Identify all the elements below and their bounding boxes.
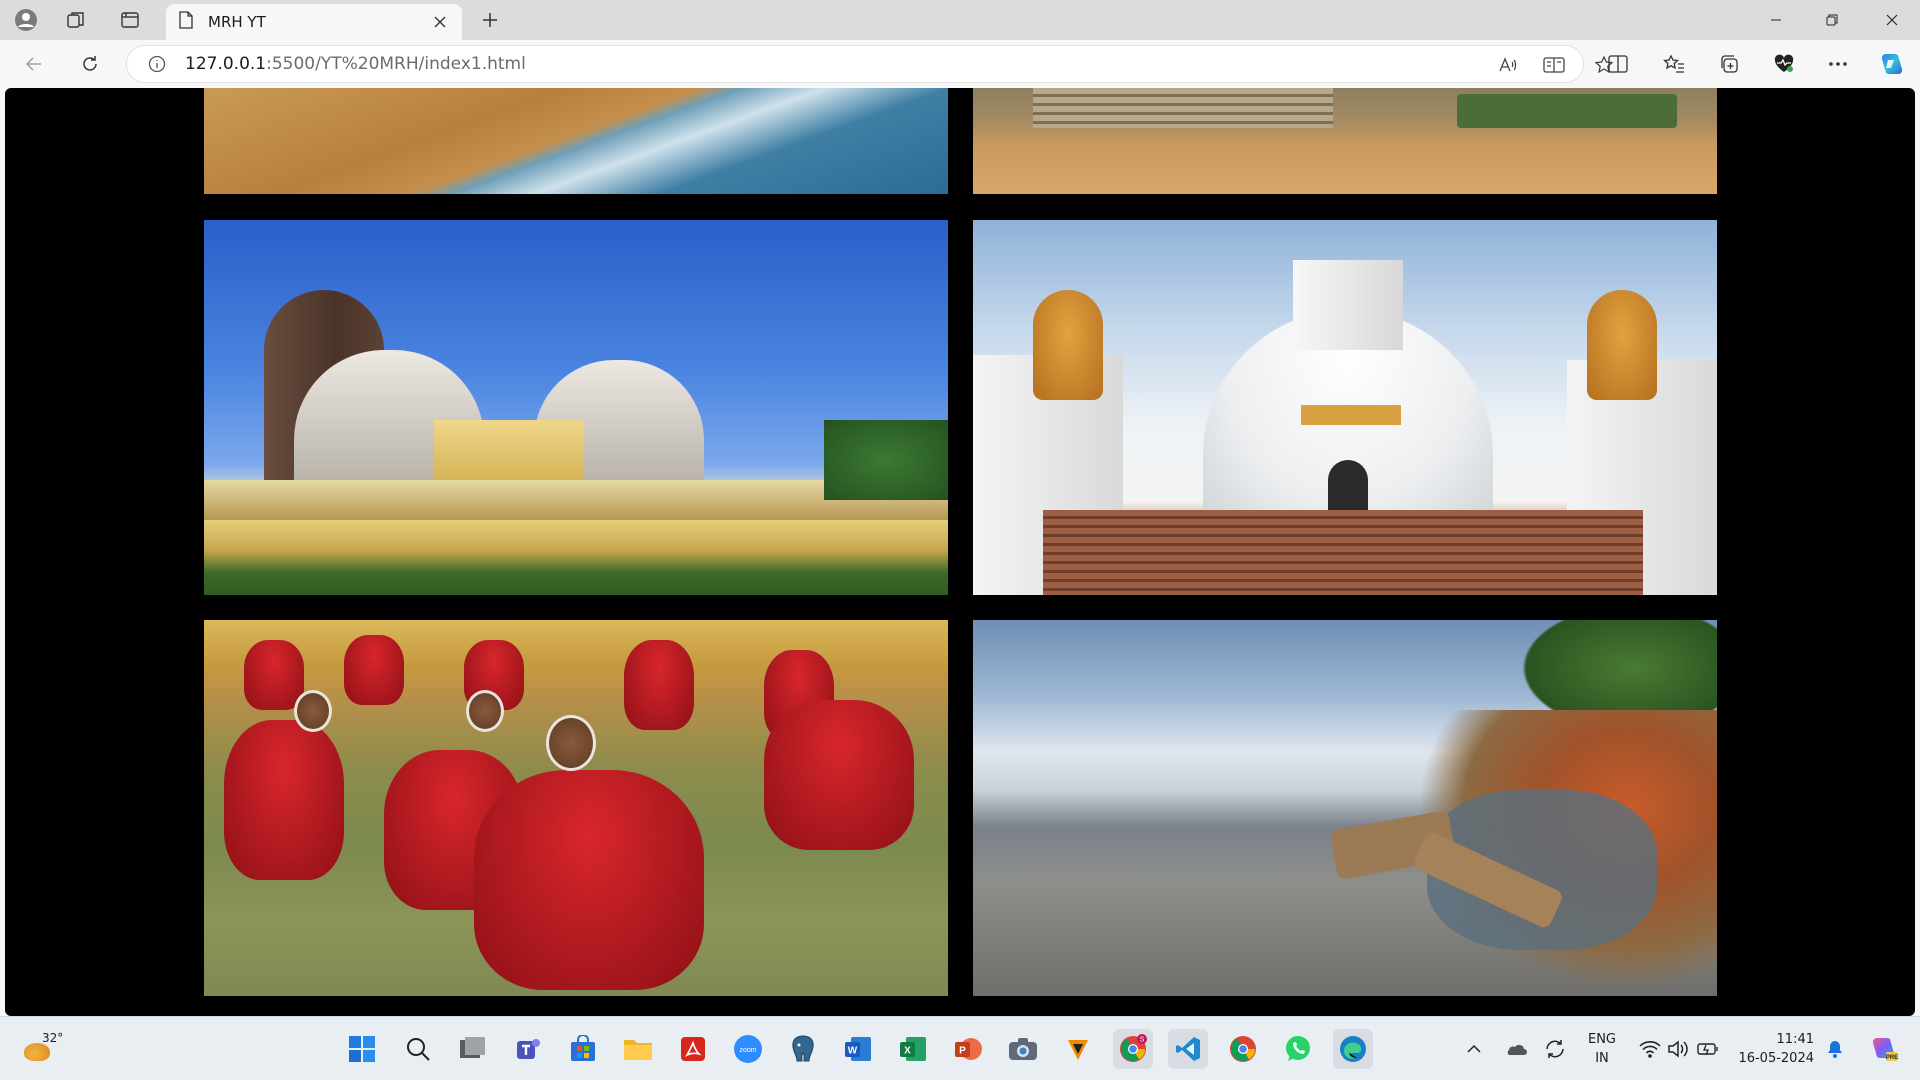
stairs-graphic: [1033, 88, 1333, 128]
svg-text:S: S: [1140, 1037, 1145, 1044]
url-text: 127.0.0.1:5500/YT%20MRH/index1.html: [185, 54, 526, 74]
svg-text:X: X: [904, 1046, 911, 1057]
browser-essentials-icon[interactable]: [1768, 49, 1800, 79]
gallery-image-coast: [973, 620, 1717, 996]
acrobat-icon[interactable]: [673, 1029, 713, 1069]
weather-temperature: 32°: [42, 1031, 64, 1045]
start-icon[interactable]: [342, 1029, 382, 1069]
gallery-image-steps: [973, 88, 1717, 194]
chrome-icon[interactable]: [1223, 1029, 1263, 1069]
dancer-graphic: [244, 640, 304, 710]
camera-icon[interactable]: [1003, 1029, 1043, 1069]
dancer-graphic: [224, 720, 344, 880]
minimize-button[interactable]: [1748, 0, 1804, 40]
battery-icon[interactable]: [1694, 1033, 1722, 1065]
volume-icon[interactable]: [1664, 1033, 1692, 1065]
sync-icon[interactable]: [1540, 1033, 1570, 1065]
close-tab-icon[interactable]: [426, 8, 454, 36]
tab-active[interactable]: MRH YT: [166, 4, 462, 40]
svg-text:PRE: PRE: [1886, 1055, 1898, 1061]
windows-taskbar: 32° zoom W X P S ENG IN 11:41 16-05-2024…: [0, 1016, 1920, 1080]
svg-text:zoom: zoom: [739, 1047, 756, 1054]
tab-title: MRH YT: [208, 13, 266, 31]
back-button[interactable]: [16, 48, 52, 80]
split-screen-icon[interactable]: [1602, 49, 1634, 79]
clock-time: 11:41: [1776, 1032, 1814, 1047]
buddha-statue-graphic: [1328, 460, 1368, 510]
read-aloud-icon[interactable]: [1493, 50, 1523, 80]
dancer-graphic: [344, 635, 404, 705]
gallery-image-stupa: [973, 220, 1717, 595]
search-icon[interactable]: [398, 1029, 438, 1069]
page-icon: [178, 11, 194, 33]
excel-icon[interactable]: X: [893, 1029, 933, 1069]
dancer-main-graphic: [474, 770, 704, 990]
stupa-steps-graphic: [1043, 510, 1643, 595]
vlc-icon[interactable]: [1058, 1029, 1098, 1069]
refresh-button[interactable]: [72, 48, 108, 80]
svg-text:P: P: [959, 1046, 966, 1057]
tab-actions-icon[interactable]: [116, 6, 144, 34]
wifi-icon[interactable]: [1636, 1033, 1664, 1065]
file-explorer-icon[interactable]: [618, 1029, 658, 1069]
powerpoint-icon[interactable]: P: [948, 1029, 988, 1069]
language-indicator[interactable]: ENG IN: [1580, 1030, 1624, 1068]
weather-widget[interactable]: 32°: [20, 1031, 64, 1067]
edge-icon[interactable]: [1333, 1029, 1373, 1069]
notifications-bell-icon[interactable]: [1822, 1033, 1848, 1065]
page-viewport: [5, 88, 1915, 1016]
dancer-head-graphic: [294, 690, 332, 732]
onedrive-icon[interactable]: [1500, 1033, 1530, 1065]
address-bar[interactable]: 127.0.0.1:5500/YT%20MRH/index1.html: [126, 45, 1614, 83]
dancer-graphic: [764, 700, 914, 850]
region-code: IN: [1595, 1051, 1609, 1066]
chrome-profile-icon[interactable]: S: [1113, 1029, 1153, 1069]
dancer-graphic: [624, 640, 694, 730]
right-lion-statue-graphic: [1587, 290, 1657, 400]
url-path: :5500/YT%20MRH/index1.html: [266, 54, 526, 74]
copilot-taskbar-icon[interactable]: PRE: [1864, 1033, 1904, 1065]
dancer-head-graphic: [466, 690, 504, 732]
task-view-icon[interactable]: [453, 1029, 493, 1069]
collections-icon[interactable]: [1713, 49, 1745, 79]
garden-graphic: [1457, 94, 1677, 128]
word-icon[interactable]: W: [838, 1029, 878, 1069]
stupa-spire-graphic: [1293, 260, 1403, 350]
postgres-icon[interactable]: [783, 1029, 823, 1069]
clock-date: 16-05-2024: [1738, 1051, 1814, 1066]
weather-sun-icon: [24, 1043, 50, 1061]
vscode-icon[interactable]: [1168, 1029, 1208, 1069]
stupa-frieze-graphic: [1301, 405, 1401, 425]
gallery-image-dancers: [204, 620, 948, 996]
more-menu-icon[interactable]: [1822, 49, 1854, 79]
browser-tabstrip: MRH YT: [0, 0, 1920, 40]
url-host: 127.0.0.1: [185, 54, 267, 74]
teams-icon[interactable]: [508, 1029, 548, 1069]
favorites-icon[interactable]: [1658, 49, 1690, 79]
svg-text:W: W: [848, 1046, 858, 1057]
show-hidden-icons-icon[interactable]: [1462, 1033, 1486, 1065]
profile-icon[interactable]: [12, 6, 40, 34]
gallery-image-beach: [204, 88, 948, 194]
language-code: ENG: [1587, 1032, 1616, 1047]
dancer-head-graphic: [546, 715, 596, 771]
immersive-reader-icon[interactable]: [1539, 50, 1569, 80]
close-window-button[interactable]: [1864, 0, 1920, 40]
tree-graphic: [824, 420, 948, 500]
browser-toolbar: 127.0.0.1:5500/YT%20MRH/index1.html: [0, 40, 1920, 88]
zoom-icon[interactable]: zoom: [728, 1029, 768, 1069]
site-info-icon[interactable]: [137, 55, 177, 73]
store-icon[interactable]: [563, 1029, 603, 1069]
left-lion-statue-graphic: [1033, 290, 1103, 400]
restore-button[interactable]: [1804, 0, 1860, 40]
gallery-image-temple: [204, 220, 948, 595]
whatsapp-icon[interactable]: [1278, 1029, 1318, 1069]
copilot-icon[interactable]: [1876, 49, 1908, 79]
new-tab-button[interactable]: [476, 6, 504, 34]
system-clock[interactable]: 11:41 16-05-2024: [1730, 1030, 1814, 1068]
workspaces-icon[interactable]: [62, 6, 90, 34]
